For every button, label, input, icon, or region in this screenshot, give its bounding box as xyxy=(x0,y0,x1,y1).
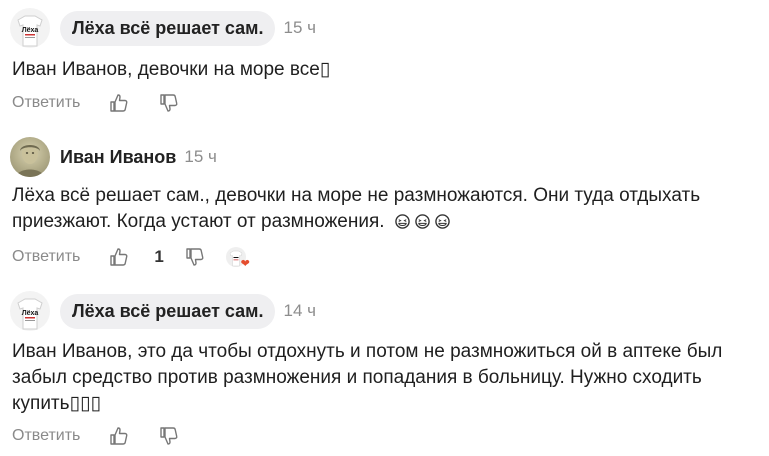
heart-icon: ❤ xyxy=(240,258,250,270)
like-icon[interactable] xyxy=(108,425,130,447)
comment-header: Лёха Лёха всё решает сам. 15 ч xyxy=(10,8,316,48)
comment-text-line: Лёха всё решает сам., девочки на море не… xyxy=(12,185,701,206)
comment-text-line: забыл средство против размножения и попа… xyxy=(12,367,702,388)
emoji-laughing-icon xyxy=(435,211,451,232)
author-name[interactable]: Лёха всё решает сам. xyxy=(60,10,276,46)
reaction-avatar[interactable]: ❤ xyxy=(225,247,250,270)
comment-header: Иван Иванов 15 ч xyxy=(10,137,217,177)
reply-button[interactable]: Ответить xyxy=(12,427,80,445)
avatar[interactable]: Лёха xyxy=(10,291,50,331)
timestamp: 15 ч xyxy=(283,18,316,37)
dislike-icon[interactable] xyxy=(158,425,180,447)
comment-text-line: купить▯▯▯ xyxy=(12,393,101,414)
dislike-icon[interactable] xyxy=(158,92,180,114)
comment-actions: Ответить xyxy=(12,92,180,114)
avatar[interactable]: Лёха xyxy=(10,8,50,48)
like-icon[interactable] xyxy=(108,92,130,114)
reply-button[interactable]: Ответить xyxy=(12,94,80,112)
reply-button[interactable]: Ответить xyxy=(12,248,80,266)
dislike-icon[interactable] xyxy=(184,246,206,268)
comment-actions: Ответить xyxy=(12,425,180,447)
timestamp: 15 ч xyxy=(184,147,217,166)
author-name[interactable]: Иван Иванов xyxy=(60,147,176,167)
avatar[interactable] xyxy=(10,137,50,177)
comment-actions: Ответить 1 ❤ xyxy=(12,246,250,270)
comment-text: Лёха всё решает сам., девочки на море не… xyxy=(12,183,755,235)
emoji-laughing-icon xyxy=(415,211,435,232)
author-name[interactable]: Лёха всё решает сам. xyxy=(60,293,276,329)
emoji-laughing-icon xyxy=(395,211,415,232)
comment-text-line-content: приезжают. Когда устают от размножения. xyxy=(12,211,385,232)
like-icon[interactable] xyxy=(108,246,130,268)
comment-text: Иван Иванов, это да чтобы отдохнуть и по… xyxy=(12,339,755,417)
comment-text: Иван Иванов, девочки на море все▯ xyxy=(12,59,331,80)
like-count: 1 xyxy=(154,247,164,266)
timestamp: 14 ч xyxy=(283,301,316,320)
svg-text:Лёха: Лёха xyxy=(22,27,39,34)
comment-text-line: приезжают. Когда устают от размножения. xyxy=(12,209,755,235)
comment-header: Лёха Лёха всё решает сам. 14 ч xyxy=(10,291,316,331)
comment-text-line: Иван Иванов, это да чтобы отдохнуть и по… xyxy=(12,341,723,362)
svg-text:Лёха: Лёха xyxy=(22,310,39,317)
